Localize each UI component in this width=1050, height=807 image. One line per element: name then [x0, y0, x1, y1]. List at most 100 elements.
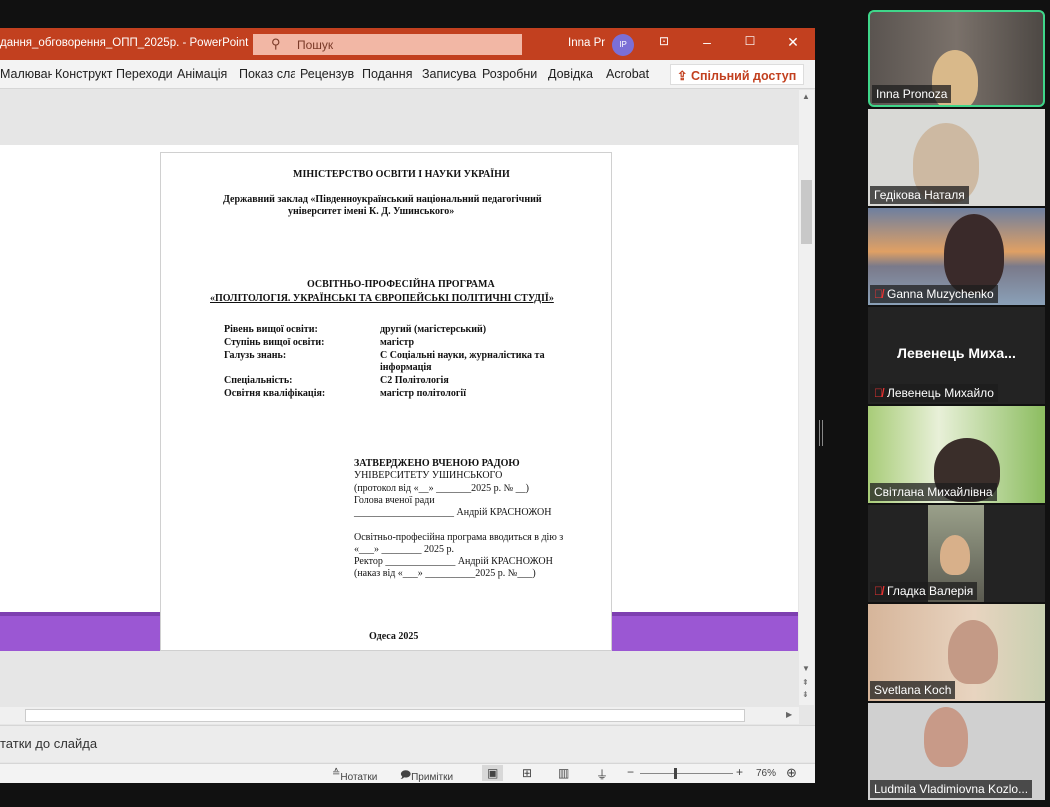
zoom-slider-thumb[interactable] [674, 768, 678, 779]
tab-animations[interactable]: Анімація [177, 67, 227, 81]
ribbon-tabs: Малюван Конструкт Переходи Анімація Пока… [0, 60, 815, 89]
video-feed [948, 620, 998, 684]
participant-name: Світлана Михайлівна [870, 483, 997, 501]
mic-muted-icon: 🎙̸ [874, 386, 883, 400]
user-name[interactable]: Inna Pr [568, 37, 605, 49]
participant-name-text: Ganna Muzychenko [887, 287, 994, 301]
fit-to-window-icon[interactable]: ⊕ [786, 765, 797, 781]
program-type: ОСВІТНЬО-ПРОФЕСІЙНА ПРОГРАМА [307, 279, 495, 290]
program-name: «ПОЛІТОЛОГІЯ. УКРАЇНСЬКІ ТА ЄВРОПЕЙСЬКІ … [210, 293, 554, 304]
video-feed [924, 707, 968, 767]
mic-muted-icon: 🎙̸ [874, 287, 883, 301]
avatar[interactable]: IP [612, 34, 634, 56]
approval-line: Голова вченої ради [354, 495, 435, 506]
field-label: Освітня кваліфікація: [224, 388, 326, 399]
search-box[interactable]: ⚲ Пошук [253, 34, 522, 55]
field-value: магістр [380, 337, 415, 348]
field-value: C2 Політологія [380, 375, 449, 386]
participant-tile[interactable]: Левенець Миха... 🎙̸ Левенець Михайло [868, 307, 1045, 404]
approval-line: «___» ________ 2025 р. [354, 544, 454, 555]
participant-name: Inna Pronoza [872, 85, 952, 103]
normal-view-icon[interactable]: ▣ [482, 765, 504, 781]
comments-button[interactable]: 🗩 Примітки [400, 768, 453, 783]
horizontal-scroll-thumb[interactable] [25, 709, 745, 722]
participant-tile[interactable]: Inna Pronoza [868, 10, 1045, 107]
status-bar: ≙ Нотатки 🗩 Примітки ▣ ⊞ ▥ ⏚ − + 76% ⊕ [0, 763, 815, 783]
mic-muted-icon: 🎙̸ [874, 584, 883, 598]
field-label: Рівень вищої освіти: [224, 324, 318, 335]
tab-draw[interactable]: Малюван [0, 67, 52, 81]
previous-slide-icon[interactable]: ⇞ [802, 678, 809, 687]
participant-tile[interactable]: Гедікова Наталя [868, 109, 1045, 206]
approval-line: Ректор ______________ Андрій КРАСНОЖОН [354, 556, 553, 567]
field-value: C Соціальні науки, журналістика та [380, 350, 545, 361]
share-label: Спільний доступ [690, 69, 797, 83]
minimize-button[interactable]: – [697, 34, 717, 50]
field-value: магістр політології [380, 388, 466, 399]
field-label: Ступінь вищої освіти: [224, 337, 325, 348]
approval-line: УНІВЕРСИТЕТУ УШИНСЬКОГО [354, 470, 503, 481]
horizontal-scrollbar[interactable]: ▶ [0, 707, 799, 724]
approval-line: (наказ від «___» __________2025 р. №___) [354, 568, 536, 579]
window-title: дання_обговорення_ОПП_2025р. - PowerPoin… [0, 37, 249, 49]
panel-resize-handle[interactable] [819, 420, 823, 446]
participant-name: 🎙̸ Левенець Михайло [870, 384, 998, 402]
next-slide-icon[interactable]: ⇟ [802, 690, 809, 699]
tab-acrobat[interactable]: Acrobat [606, 67, 649, 81]
notes-button[interactable]: ≙ Нотатки [332, 768, 377, 783]
participant-name: Svetlana Koch [870, 681, 956, 699]
field-value: інформація [380, 362, 432, 373]
tab-transitions[interactable]: Переходи [116, 67, 172, 81]
institution-line-1: Державний заклад «Південноукраїнський на… [223, 194, 542, 205]
field-value: другий (магістерський) [380, 324, 487, 335]
ministry: МІНІСТЕРСТВО ОСВІТИ І НАУКИ УКРАЇНИ [293, 169, 510, 180]
approval-line: ЗАТВЕРДЖЕНО ВЧЕНОЮ РАДОЮ [354, 458, 520, 469]
notes-pane[interactable]: татки до слайда [0, 725, 815, 762]
vertical-scrollbar[interactable]: ▲ ▼ ⇞ ⇟ [799, 90, 814, 705]
comments-label: Примітки [411, 772, 454, 783]
search-icon: ⚲ [271, 36, 281, 51]
city-year: Одеса 2025 [369, 631, 419, 642]
participant-name: 🎙̸ Гладка Валерія [870, 582, 978, 600]
maximize-button[interactable]: ☐ [740, 34, 760, 48]
video-feed [944, 214, 1004, 294]
participant-tile[interactable]: Svetlana Koch [868, 604, 1045, 701]
approval-line: (протокол від «__» _______2025 р. № __) [354, 483, 529, 494]
field-label: Спеціальність: [224, 375, 293, 386]
participant-tile[interactable]: 🎙̸ Ganna Muzychenko [868, 208, 1045, 305]
reading-view-icon[interactable]: ▥ [558, 766, 569, 780]
tab-help[interactable]: Довідка [548, 67, 593, 81]
vertical-scroll-thumb[interactable] [801, 180, 812, 244]
participant-display-name: Левенець Миха... [897, 345, 1016, 361]
participant-tile[interactable]: Світлана Михайлівна [868, 406, 1045, 503]
participant-name: Гедікова Наталя [870, 186, 969, 204]
scroll-down-icon[interactable]: ▼ [802, 664, 810, 673]
slideshow-icon[interactable]: ⏚ [596, 766, 608, 783]
scroll-right-icon[interactable]: ▶ [786, 710, 792, 719]
approval-line: ____________________ Андрій КРАСНОЖОН [354, 507, 552, 518]
zoom-in-button[interactable]: + [736, 765, 743, 779]
notes-label: Нотатки [340, 772, 378, 783]
participant-name-text: Гладка Валерія [887, 584, 974, 598]
slide[interactable]: МІНІСТЕРСТВО ОСВІТИ І НАУКИ УКРАЇНИ Держ… [0, 145, 798, 651]
share-icon: ⇪ [677, 69, 691, 83]
tab-design[interactable]: Конструкт [55, 67, 113, 81]
tab-slideshow[interactable]: Показ сла [239, 67, 295, 81]
tab-view[interactable]: Подання [362, 67, 412, 81]
scroll-up-icon[interactable]: ▲ [802, 92, 810, 101]
participant-tile[interactable]: Ludmila Vladimiovna Kozlo... [868, 703, 1045, 800]
participant-name-text: Левенець Михайло [887, 386, 994, 400]
slide-sorter-icon[interactable]: ⊞ [522, 766, 532, 780]
tab-record[interactable]: Записува [422, 67, 478, 81]
zoom-level[interactable]: 76% [756, 768, 776, 779]
zoom-out-button[interactable]: − [627, 765, 634, 779]
participant-tile[interactable]: 🎙̸ Гладка Валерія [868, 505, 1045, 602]
close-button[interactable]: ✕ [783, 34, 803, 51]
tab-developer[interactable]: Розробни [482, 67, 538, 81]
institution-line-2: університет імені К. Д. Ушинського» [288, 206, 455, 217]
document-page: МІНІСТЕРСТВО ОСВІТИ І НАУКИ УКРАЇНИ Держ… [160, 152, 612, 651]
zoom-slider[interactable] [640, 773, 733, 774]
tab-review[interactable]: Рецензув [300, 67, 356, 81]
ribbon-display-icon[interactable]: ⊡ [654, 34, 674, 48]
share-button[interactable]: ⇪ Спільний доступ [670, 64, 804, 85]
